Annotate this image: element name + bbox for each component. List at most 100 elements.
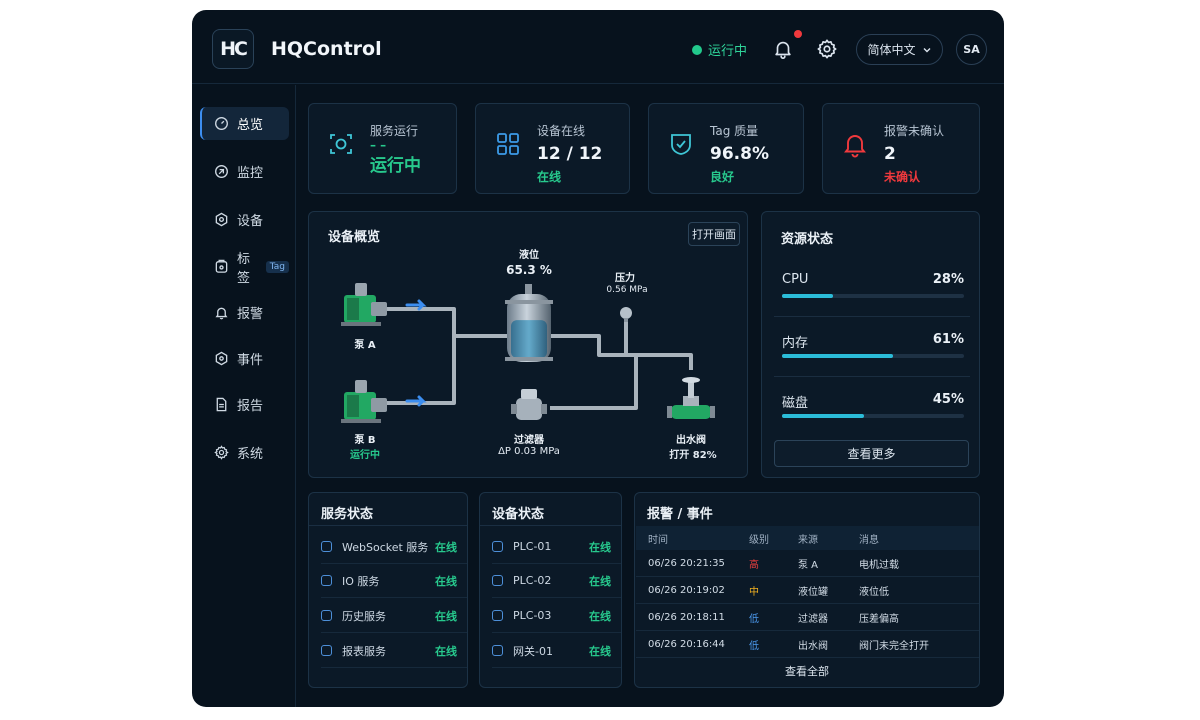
stat-sub: 在线 bbox=[537, 170, 562, 184]
notification-badge bbox=[794, 30, 802, 38]
storage-tank[interactable] bbox=[505, 284, 553, 362]
report-icon bbox=[216, 397, 227, 412]
progress-track bbox=[782, 414, 964, 418]
col-level: 级别 bbox=[749, 534, 769, 546]
resource-value: 45% bbox=[932, 392, 964, 407]
chevron-down-icon bbox=[923, 47, 930, 52]
table-row[interactable]: 06/26 20:21:35 高 泵 A 电机过载 bbox=[636, 550, 979, 577]
nav-item-device[interactable]: 设备 bbox=[200, 203, 289, 236]
tag-icon bbox=[215, 259, 228, 273]
service-row[interactable]: WebSocket 服务 在线 bbox=[321, 530, 467, 564]
stat-card-alarms: 报警未确认 2 未确认 bbox=[822, 103, 980, 194]
outlet-valve[interactable] bbox=[667, 377, 715, 419]
table-row[interactable]: 06/26 20:19:02 中 液位罐 液位低 bbox=[636, 577, 979, 604]
nav-label: 事件 bbox=[237, 353, 264, 368]
panel-title: 设备状态 bbox=[492, 507, 545, 522]
nav-label: 总览 bbox=[237, 118, 264, 133]
app-logo: HC bbox=[212, 29, 254, 69]
notification-bell-icon[interactable] bbox=[772, 38, 794, 60]
service-row[interactable]: 报表服务 在线 bbox=[321, 634, 467, 668]
status-badge: 在线 bbox=[435, 644, 457, 658]
service-name: IO 服务 bbox=[342, 574, 380, 588]
pump-a[interactable] bbox=[341, 283, 387, 326]
cell-level: 中 bbox=[749, 586, 759, 598]
status-dot-icon bbox=[692, 44, 702, 55]
filter-label: 过滤器 bbox=[514, 435, 544, 446]
pump-b[interactable] bbox=[341, 380, 387, 423]
resource-label: 内存 bbox=[782, 336, 809, 351]
pump-b-label: 泵 B bbox=[354, 435, 376, 446]
device-icon bbox=[215, 212, 228, 227]
service-icon bbox=[330, 134, 352, 154]
device-status-panel: 设备状态 PLC-01 在线 PLC-02 在线 PLC-03 在线 网关-01 在线 bbox=[479, 492, 622, 688]
nav-item-monitor[interactable]: 监控 bbox=[200, 155, 289, 188]
stat-value: 运行中 bbox=[370, 156, 421, 176]
language-select[interactable]: 简体中文 bbox=[856, 34, 943, 65]
run-status-label: 运行中 bbox=[708, 44, 748, 59]
tank-water-level bbox=[511, 320, 547, 358]
resource-label: 磁盘 bbox=[782, 396, 809, 411]
view-all-link[interactable]: 查看全部 bbox=[635, 663, 979, 679]
pressure-sensor[interactable] bbox=[620, 307, 632, 322]
device-row[interactable]: PLC-03 在线 bbox=[492, 599, 621, 633]
device-icon bbox=[492, 541, 503, 552]
divider bbox=[309, 525, 467, 526]
device-row[interactable]: 网关-01 在线 bbox=[492, 634, 621, 668]
progress-track bbox=[782, 354, 964, 358]
stat-label: 报警未确认 bbox=[884, 124, 945, 138]
nav-item-report[interactable]: 报告 bbox=[200, 388, 289, 421]
device-icon bbox=[492, 610, 503, 621]
view-more-button[interactable]: 查看更多 bbox=[774, 440, 969, 467]
tag-chip: Tag bbox=[265, 260, 289, 273]
service-icon bbox=[321, 610, 332, 621]
device-row[interactable]: PLC-02 在线 bbox=[492, 564, 621, 598]
panel-title: 报警 / 事件 bbox=[647, 507, 713, 522]
resource-status-panel: 资源状态 CPU 28% 内存 61% 磁盘 45% 查看更多 bbox=[761, 211, 980, 478]
progress-track bbox=[782, 294, 964, 298]
service-icon bbox=[321, 645, 332, 656]
nav-item-alarm[interactable]: 报警 bbox=[200, 296, 289, 329]
progress-fill bbox=[782, 354, 894, 358]
cell-message: 压差偏高 bbox=[859, 613, 899, 625]
cell-time: 06/26 20:18:11 bbox=[648, 611, 725, 623]
monitor-icon bbox=[215, 165, 228, 178]
device-overview-panel: 设备概览 打开画面 液位 65.3 % 压力 0.56 MPa 泵 A 泵 B … bbox=[308, 211, 748, 478]
nav-label: 系统 bbox=[237, 447, 264, 462]
status-badge: 在线 bbox=[589, 540, 611, 554]
cell-source: 出水阀 bbox=[798, 640, 828, 652]
col-time: 时间 bbox=[648, 534, 668, 546]
grid-icon bbox=[497, 133, 519, 155]
filter[interactable] bbox=[511, 389, 547, 420]
panel-title: 服务状态 bbox=[321, 507, 374, 522]
table-header: 时间 级别 来源 消息 bbox=[636, 526, 979, 550]
service-row[interactable]: IO 服务 在线 bbox=[321, 564, 467, 598]
table-row[interactable]: 06/26 20:16:44 低 出水阀 阀门未完全打开 bbox=[636, 631, 979, 658]
settings-gear-icon[interactable] bbox=[816, 38, 838, 60]
nav-label: 监控 bbox=[237, 166, 264, 181]
event-icon bbox=[215, 351, 228, 366]
progress-fill bbox=[782, 414, 864, 418]
device-icon bbox=[492, 645, 503, 656]
tank-level-value: 65.3 % bbox=[506, 263, 552, 277]
divider bbox=[774, 316, 970, 317]
nav-item-event[interactable]: 事件 bbox=[200, 342, 289, 375]
user-avatar[interactable]: SA bbox=[956, 34, 987, 65]
nav-item-overview[interactable]: 总览 bbox=[200, 107, 289, 140]
resource-value: 61% bbox=[932, 332, 964, 347]
status-badge: 在线 bbox=[435, 574, 457, 588]
nav-item-tag[interactable]: 标签 Tag bbox=[200, 250, 289, 286]
language-label: 简体中文 bbox=[867, 43, 916, 57]
status-badge: 在线 bbox=[435, 540, 457, 554]
top-bar: HC HQControl 运行中 简体中文 SA bbox=[192, 10, 1004, 84]
tank-label: 液位 bbox=[519, 250, 539, 261]
cell-source: 液位罐 bbox=[798, 586, 828, 598]
pump-a-label: 泵 A bbox=[354, 340, 376, 351]
table-row[interactable]: 06/26 20:18:11 低 过滤器 压差偏高 bbox=[636, 604, 979, 631]
device-row[interactable]: PLC-01 在线 bbox=[492, 530, 621, 564]
cell-level: 低 bbox=[749, 640, 759, 652]
cell-source: 泵 A bbox=[798, 559, 819, 571]
nav-item-system[interactable]: 系统 bbox=[200, 436, 289, 469]
alarm-icon bbox=[844, 135, 866, 158]
service-row[interactable]: 历史服务 在线 bbox=[321, 599, 467, 633]
stat-label: 设备在线 bbox=[537, 124, 586, 138]
